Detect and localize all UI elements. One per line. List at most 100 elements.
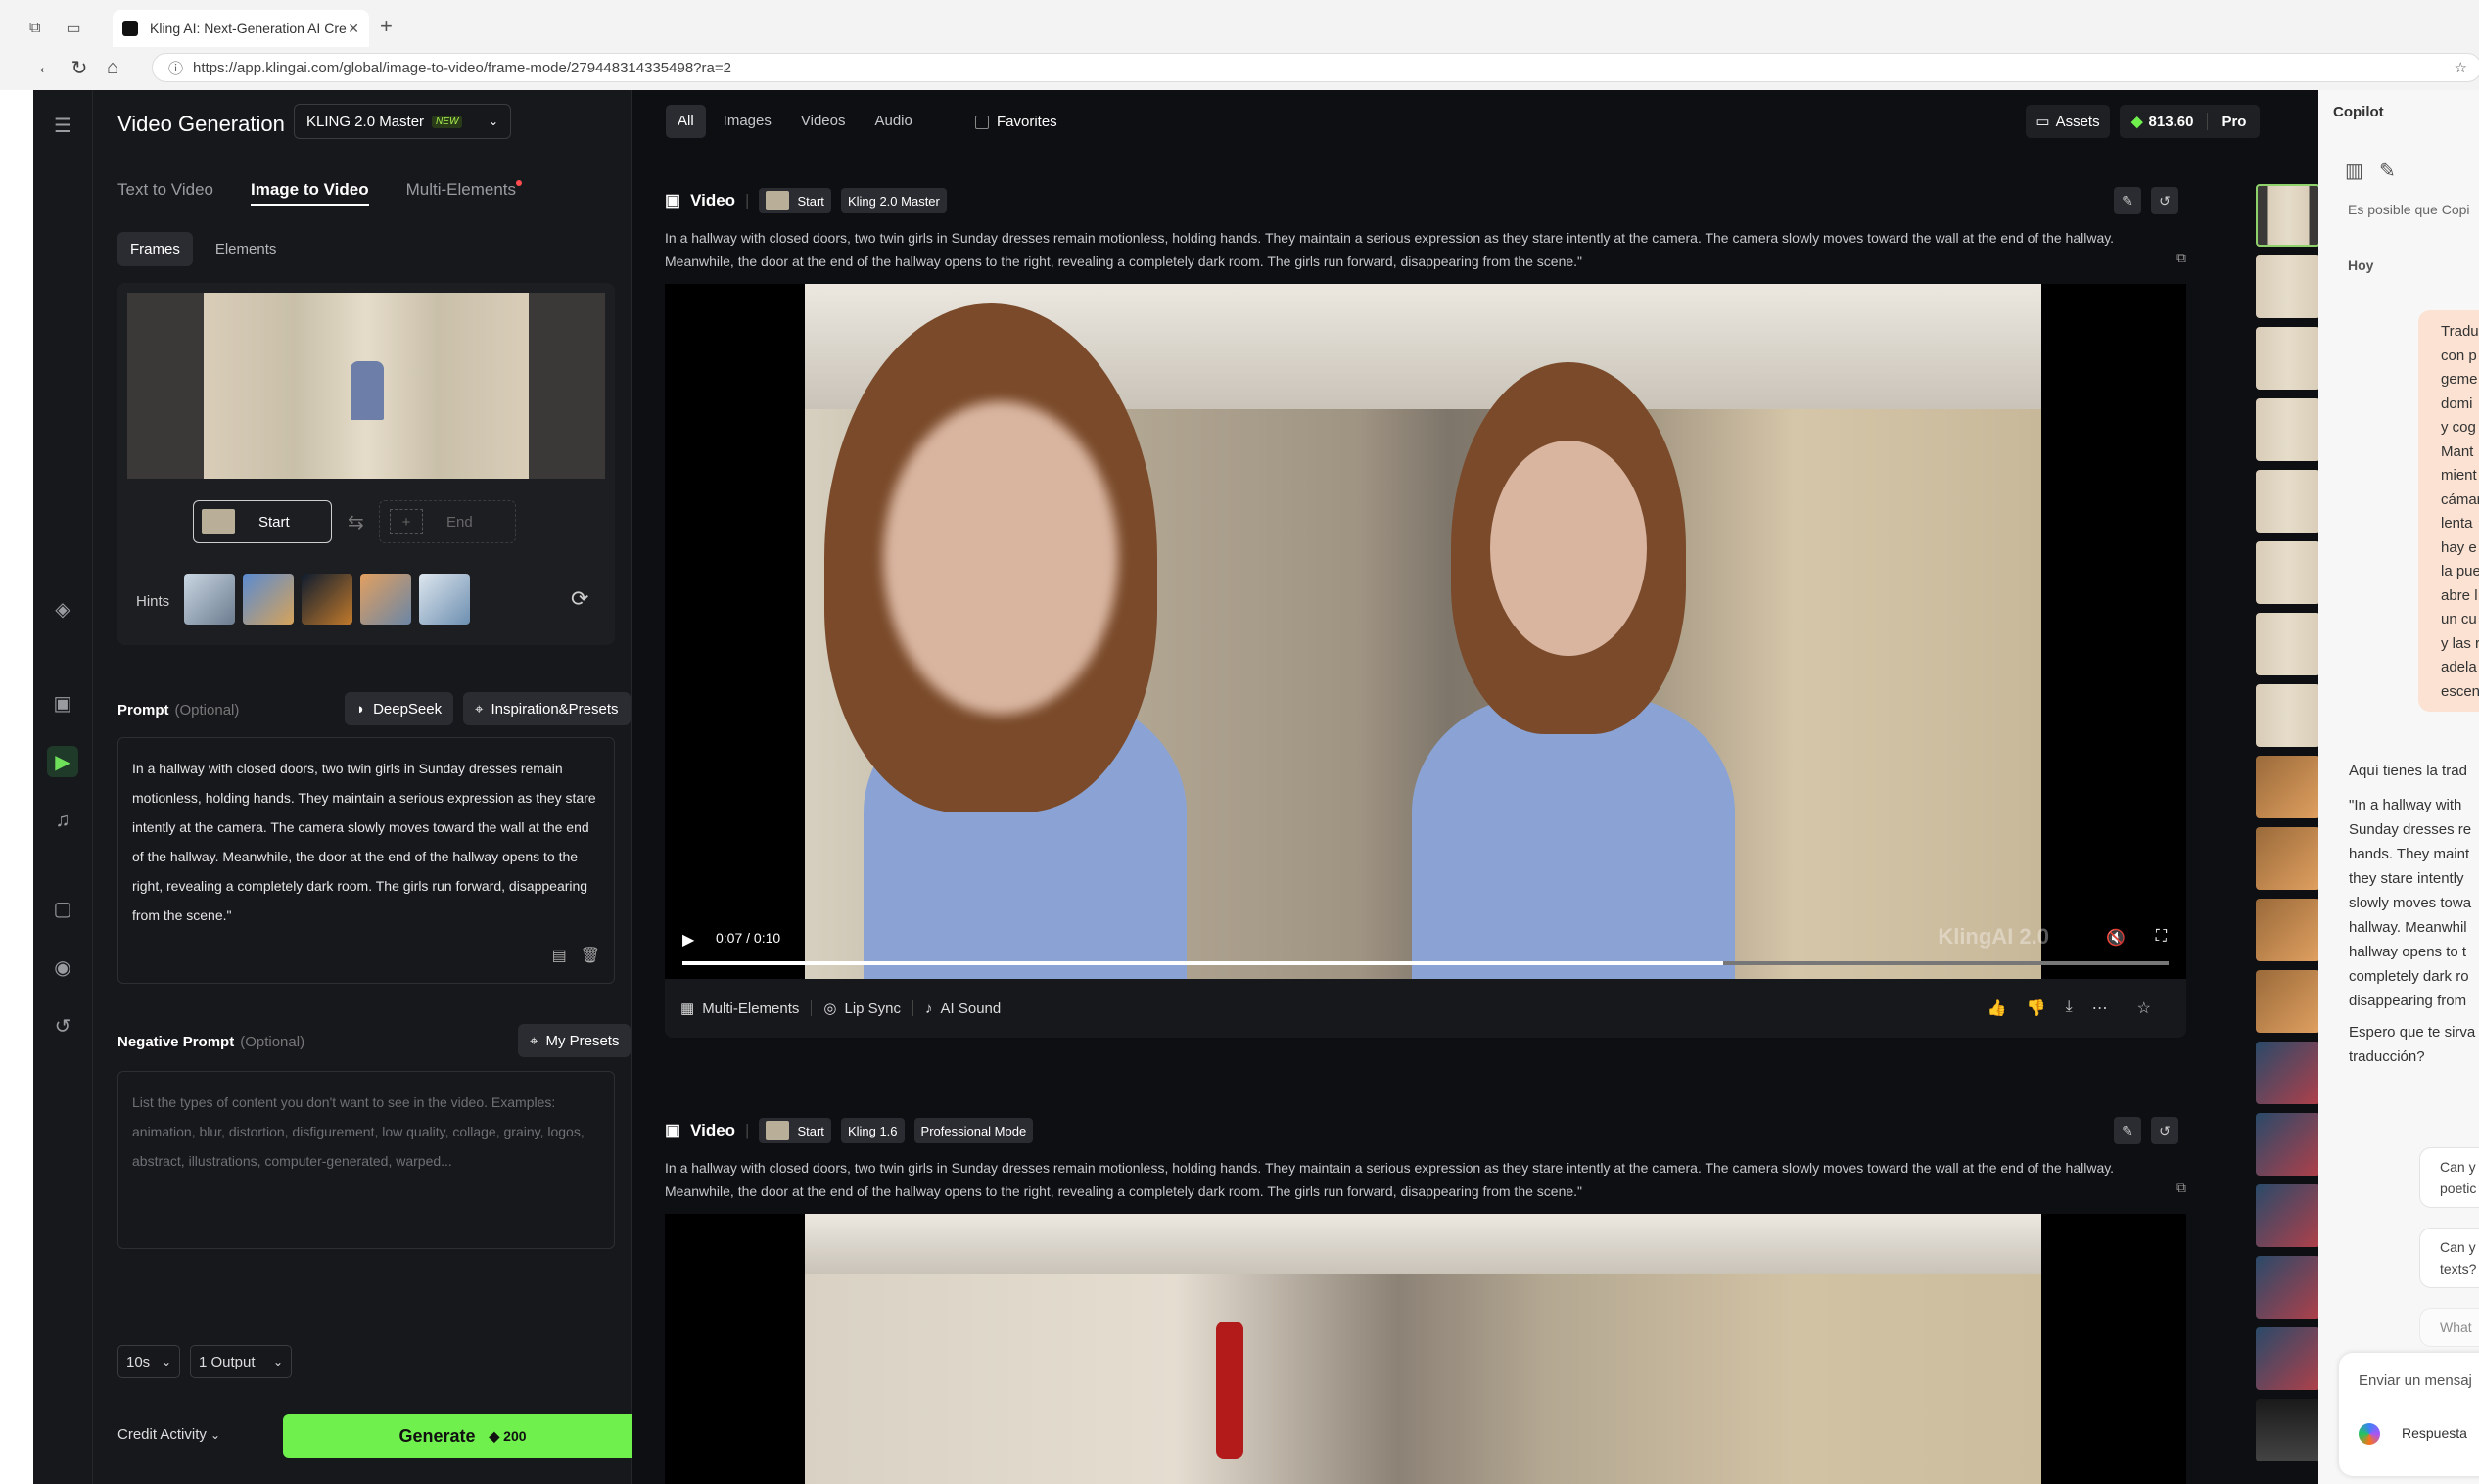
site-info-icon[interactable]: ⓘ	[168, 58, 183, 78]
workspaces-icon[interactable]: ⧉	[29, 20, 40, 37]
new-chat-icon[interactable]: ✎	[2379, 159, 2396, 183]
browser-tab[interactable]: Kling AI: Next-Generation AI Cre ✕	[113, 10, 369, 47]
image-icon[interactable]: ▣	[47, 687, 78, 719]
history-thumbnail[interactable]	[2256, 470, 2320, 533]
start-frame-button[interactable]: Start	[193, 500, 332, 543]
menu-icon[interactable]: ☰	[47, 110, 78, 141]
history-thumbnail[interactable]	[2256, 1113, 2320, 1176]
duration-select[interactable]: 10s ⌄	[117, 1345, 180, 1378]
tab-elements[interactable]: Elements	[203, 232, 290, 266]
negative-prompt-input[interactable]: List the types of content you don't want…	[117, 1071, 615, 1249]
tab-text-to-video[interactable]: Text to Video	[117, 180, 213, 206]
fullscreen-icon[interactable]: ⛶	[2156, 928, 2167, 946]
end-frame-button[interactable]: + End	[379, 500, 516, 543]
ai-tools-icon[interactable]: ◈	[47, 593, 78, 625]
hint-thumbnail[interactable]	[419, 574, 470, 625]
new-tab-icon[interactable]: +	[380, 14, 393, 39]
history-thumbnail[interactable]	[2256, 613, 2320, 675]
time-readout: 0:07 / 0:10	[716, 930, 781, 946]
credits-display[interactable]: ◆ 813.60 Pro	[2120, 105, 2260, 138]
star-icon[interactable]: ☆	[2137, 998, 2151, 1018]
hint-thumbnail[interactable]	[360, 574, 411, 625]
response-mode[interactable]: Respuesta	[2402, 1425, 2467, 1441]
history-thumbnail[interactable]	[2256, 1256, 2320, 1319]
suggestion-chip[interactable]: Can y poetic	[2419, 1147, 2479, 1208]
lip-sync-tool[interactable]: Lip Sync	[844, 1000, 901, 1017]
close-tab-icon[interactable]: ✕	[348, 21, 359, 37]
swap-icon[interactable]: ⇆	[348, 510, 364, 534]
favorite-star-icon[interactable]: ☆	[2455, 59, 2467, 76]
trash-icon[interactable]: 🗑	[581, 942, 600, 971]
filter-images[interactable]: Images	[712, 105, 783, 138]
video-icon[interactable]: ▶	[47, 746, 78, 777]
history-thumbnail[interactable]	[2256, 398, 2320, 461]
favorites-checkbox[interactable]: Favorites	[975, 114, 1057, 130]
history-thumbnail[interactable]	[2256, 827, 2320, 890]
mute-icon[interactable]: 🔇	[2106, 928, 2126, 948]
history-thumbnail[interactable]	[2256, 684, 2320, 747]
tab-multi-elements[interactable]: Multi-Elements	[406, 180, 523, 206]
copy-icon[interactable]: ⧉	[2176, 250, 2186, 266]
history-thumbnail[interactable]	[2256, 541, 2320, 604]
url-field[interactable]: ⓘ https://app.klingai.com/global/image-t…	[152, 53, 2479, 82]
suggestion-chip[interactable]: Can y texts?	[2419, 1228, 2479, 1288]
tab-image-to-video[interactable]: Image to Video	[250, 180, 369, 206]
history-icon[interactable]: ↺	[47, 1010, 78, 1042]
refresh-icon[interactable]: ⟳	[571, 586, 588, 612]
video-player[interactable]	[665, 1214, 2186, 1484]
history-thumbnail[interactable]	[2256, 1184, 2320, 1247]
generate-button[interactable]: Generate ◆ 200	[283, 1414, 642, 1458]
history-thumbnail[interactable]	[2256, 255, 2320, 318]
history-thumbnail[interactable]	[2256, 184, 2320, 247]
edit-icon[interactable]: ✎	[2114, 1117, 2141, 1144]
prompt-input[interactable]: In a hallway with closed doors, two twin…	[117, 737, 615, 984]
more-icon[interactable]: ⋯	[2092, 998, 2108, 1018]
save-preset-icon[interactable]: ▤	[552, 942, 567, 971]
my-presets-button[interactable]: ⌖ My Presets	[518, 1024, 631, 1057]
home-icon[interactable]: ⌂	[96, 53, 129, 82]
video-player[interactable]: KlingAI 2.0 ▶ 0:07 / 0:10 🔇 ⛶	[665, 284, 2186, 979]
thumbs-down-icon[interactable]: 👎	[2027, 998, 2046, 1018]
history-thumbnail[interactable]	[2256, 327, 2320, 390]
negative-placeholder: List the types of content you don't want…	[132, 1094, 585, 1169]
filter-videos[interactable]: Videos	[789, 105, 858, 138]
eye-icon[interactable]: ◉	[47, 951, 78, 983]
hint-thumbnail[interactable]	[302, 574, 352, 625]
filter-all[interactable]: All	[666, 105, 706, 138]
history-thumbnail[interactable]	[2256, 756, 2320, 818]
model-dropdown[interactable]: KLING 2.0 Master NEW ⌄	[294, 104, 511, 139]
copy-icon[interactable]: ⧉	[2176, 1180, 2186, 1196]
outputs-select[interactable]: 1 Output ⌄	[190, 1345, 292, 1378]
download-icon[interactable]: ⤓	[2066, 998, 2073, 1018]
inspiration-button[interactable]: ⌖ Inspiration&Presets	[463, 692, 631, 725]
play-icon[interactable]: ▶	[682, 930, 694, 950]
back-icon[interactable]: ←	[29, 53, 63, 82]
progress-bar[interactable]	[682, 961, 2169, 965]
history-thumbnail[interactable]	[2256, 1327, 2320, 1390]
assets-button[interactable]: ▭ Assets	[2026, 105, 2110, 138]
reload-icon[interactable]: ↻	[63, 53, 96, 82]
copilot-input[interactable]: Enviar un mensaj Respuesta	[2339, 1353, 2479, 1476]
history-thumbnail[interactable]	[2256, 899, 2320, 961]
history-thumbnail[interactable]	[2256, 970, 2320, 1033]
multi-elements-tool[interactable]: Multi-Elements	[702, 1000, 799, 1017]
filter-audio[interactable]: Audio	[863, 105, 923, 138]
hint-thumbnail[interactable]	[184, 574, 235, 625]
deepseek-button[interactable]: ◗ DeepSeek	[345, 692, 454, 725]
tab-actions-icon[interactable]: ▭	[66, 19, 80, 38]
credit-activity-dropdown[interactable]: Credit Activity ⌄	[117, 1426, 220, 1443]
library-icon[interactable]: ▢	[47, 893, 78, 924]
thumbs-up-icon[interactable]: 👍	[1988, 998, 2007, 1018]
ai-sound-tool[interactable]: AI Sound	[941, 1000, 1002, 1017]
regenerate-icon[interactable]: ↺	[2151, 1117, 2178, 1144]
frame-upload-area[interactable]: Start ⇆ + End Hints ⟳	[117, 283, 615, 645]
regenerate-icon[interactable]: ↺	[2151, 187, 2178, 214]
tab-frames[interactable]: Frames	[117, 232, 193, 266]
audio-icon[interactable]: ♫	[47, 805, 78, 836]
history-thumbnail[interactable]	[2256, 1399, 2320, 1461]
suggestion-chip[interactable]: What	[2419, 1308, 2479, 1347]
hint-thumbnail[interactable]	[243, 574, 294, 625]
history-thumbnail[interactable]	[2256, 1042, 2320, 1104]
edit-icon[interactable]: ✎	[2114, 187, 2141, 214]
sidebar-toggle-icon[interactable]: ▥	[2345, 159, 2363, 183]
